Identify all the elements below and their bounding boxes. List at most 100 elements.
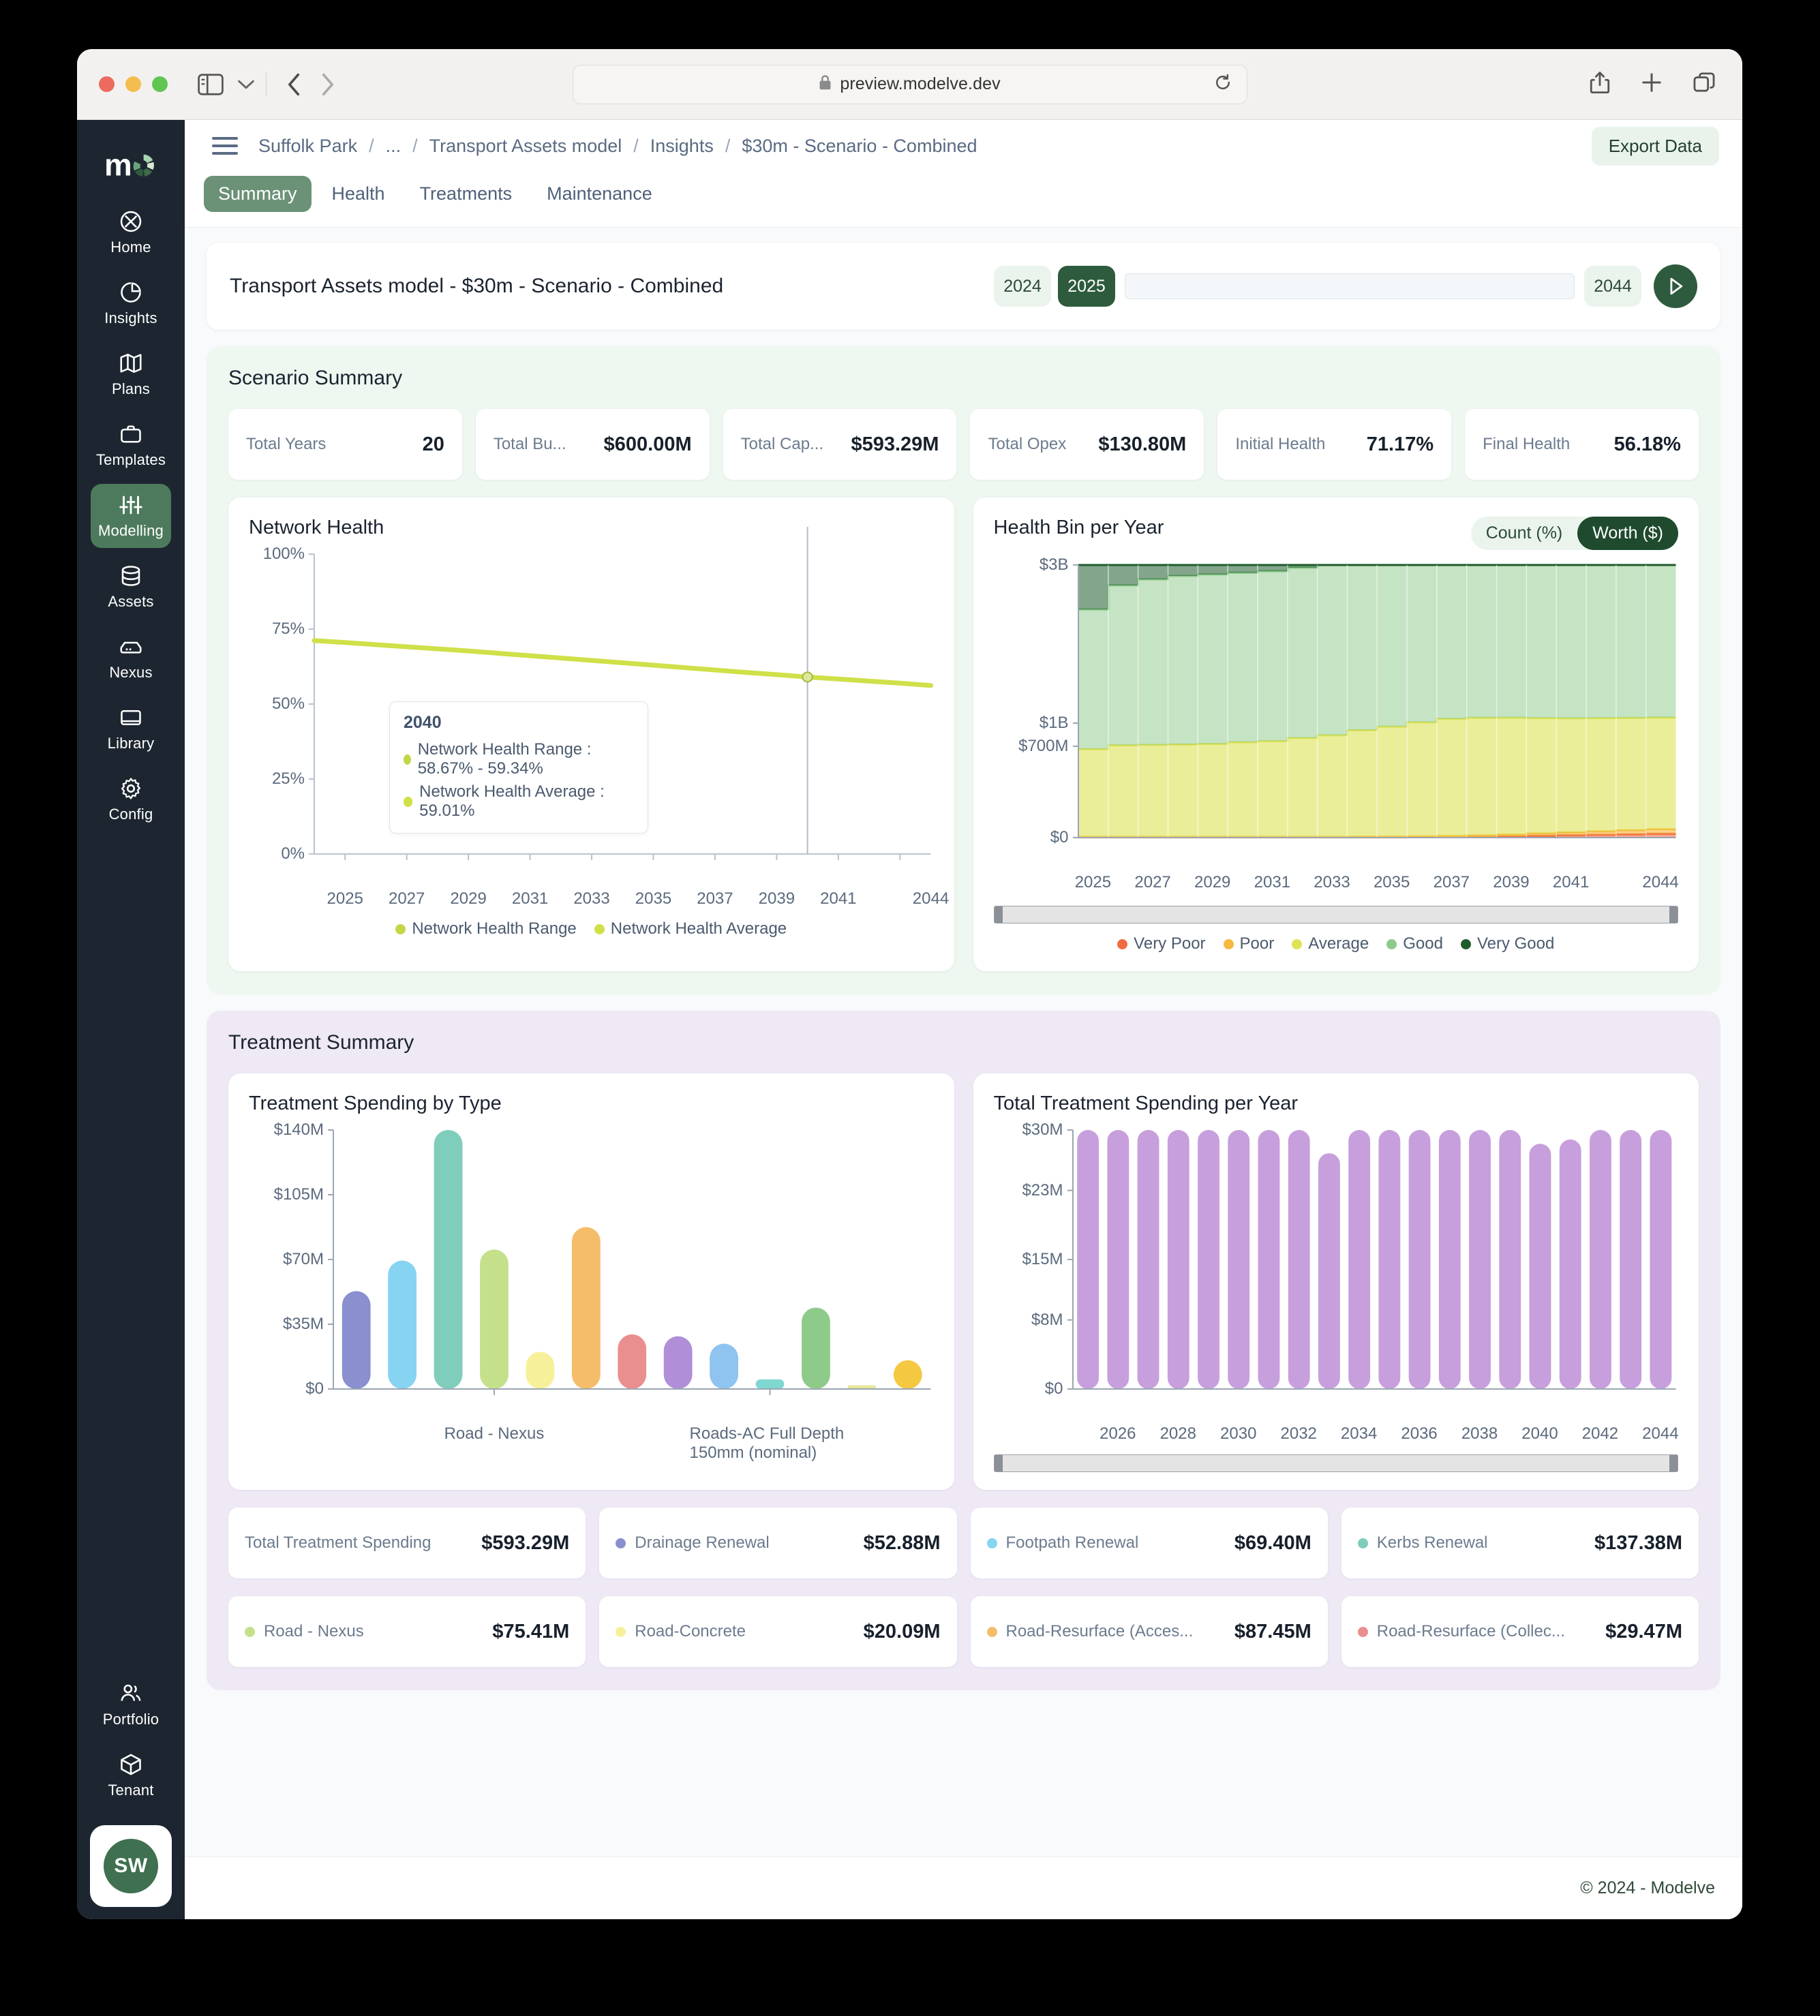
address-bar[interactable]: preview.modelve.dev bbox=[572, 64, 1247, 104]
treatment-card-value: $87.45M bbox=[1234, 1620, 1311, 1643]
tabs-overview-icon[interactable] bbox=[1693, 72, 1715, 96]
sidebar-item-insights[interactable]: Insights bbox=[91, 271, 171, 335]
tab-maintenance[interactable]: Maintenance bbox=[532, 176, 667, 212]
export-data-button[interactable]: Export Data bbox=[1591, 126, 1719, 166]
treatment-card-label: Road-Resurface (Acces... bbox=[1005, 1622, 1194, 1640]
stat-value: $600.00M bbox=[603, 433, 692, 455]
sidebar-item-tenant[interactable]: Tenant bbox=[91, 1743, 171, 1807]
sidebar-item-label: Insights bbox=[104, 309, 157, 326]
scrollbar-right-grip[interactable] bbox=[1669, 906, 1678, 923]
close-window-button[interactable] bbox=[99, 76, 115, 92]
y-axis-tick: $0 bbox=[1050, 828, 1069, 846]
play-icon[interactable] bbox=[1654, 264, 1697, 308]
y-axis-tick: $0 bbox=[305, 1379, 324, 1398]
breadcrumb-separator: / bbox=[725, 135, 731, 156]
scrollbar-left-grip[interactable] bbox=[994, 1455, 1003, 1471]
sidebar-item-portfolio[interactable]: Portfolio bbox=[91, 1673, 171, 1737]
database-icon bbox=[119, 564, 143, 588]
tab-health[interactable]: Health bbox=[318, 176, 399, 212]
breadcrumb-item[interactable]: Suffolk Park bbox=[258, 136, 357, 157]
x-axis-tick: 2029 bbox=[450, 889, 487, 908]
stat-card: Total Cap... $593.29M bbox=[723, 409, 957, 480]
legend-item[interactable]: Very Good bbox=[1460, 934, 1555, 953]
sidebar-item-assets[interactable]: Assets bbox=[91, 555, 171, 619]
sidebar-item-label: Nexus bbox=[109, 664, 153, 681]
legend-item[interactable]: Very Poor bbox=[1117, 934, 1206, 953]
chevron-down-icon[interactable] bbox=[237, 79, 255, 90]
application-shell: m Home Insights Plans Templates Modellin… bbox=[77, 120, 1742, 1919]
x-axis-tick: 2044 bbox=[912, 889, 950, 908]
sidebar-item-modelling[interactable]: Modelling bbox=[91, 484, 171, 548]
x-axis-tick: 2027 bbox=[388, 889, 425, 908]
stat-value: 56.18% bbox=[1613, 433, 1681, 455]
x-axis-tick: 2031 bbox=[511, 889, 549, 908]
plus-icon[interactable] bbox=[1641, 72, 1662, 96]
slider-track[interactable] bbox=[1125, 273, 1575, 299]
briefcase-icon bbox=[119, 422, 143, 446]
treatment-card-value: $75.41M bbox=[492, 1620, 570, 1643]
toggle-count-percent[interactable]: Count (%) bbox=[1471, 517, 1578, 550]
y-axis-tick: $8M bbox=[1031, 1310, 1063, 1329]
pie-chart-icon bbox=[119, 280, 143, 305]
chevron-right-icon[interactable] bbox=[320, 72, 335, 97]
breadcrumb-separator: / bbox=[633, 135, 639, 156]
share-icon[interactable] bbox=[1590, 71, 1610, 97]
window-traffic-lights bbox=[99, 76, 168, 92]
treatment-card: Road-Resurface (Collec... $29.47M bbox=[1341, 1596, 1699, 1667]
legend-item[interactable]: Average bbox=[1292, 934, 1369, 953]
treatment-card-row-1: Total Treatment Spending $593.29M Draina… bbox=[228, 1508, 1699, 1578]
legend-label: Very Poor bbox=[1134, 934, 1206, 953]
breadcrumb-item[interactable]: ... bbox=[386, 136, 401, 157]
sidebar-toggle-icon[interactable] bbox=[198, 73, 224, 95]
minimize-window-button[interactable] bbox=[125, 76, 141, 92]
modelve-logo[interactable]: m bbox=[104, 147, 157, 183]
treatment-card-label: Total Treatment Spending bbox=[245, 1533, 431, 1552]
page-scroll-area: Transport Assets model - $30m - Scenario… bbox=[185, 228, 1742, 1857]
reload-icon[interactable] bbox=[1214, 74, 1232, 95]
sidebar-item-home[interactable]: Home bbox=[91, 200, 171, 264]
sidebar-item-config[interactable]: Config bbox=[91, 767, 171, 831]
page-title: Transport Assets model - $30m - Scenario… bbox=[230, 275, 724, 297]
stat-card: Total Years 20 bbox=[228, 409, 462, 480]
slider-end-year[interactable]: 2044 bbox=[1584, 266, 1641, 307]
legend-label: Network Health Average bbox=[610, 919, 787, 938]
tab-treatments[interactable]: Treatments bbox=[406, 176, 527, 212]
breadcrumb-item[interactable]: Transport Assets model bbox=[429, 136, 622, 157]
legend-item[interactable]: Good bbox=[1386, 934, 1443, 953]
y-axis-tick: 0% bbox=[281, 844, 305, 863]
breadcrumb-item[interactable]: Insights bbox=[650, 136, 714, 157]
scrollbar-left-grip[interactable] bbox=[994, 906, 1003, 923]
treatment-card-label: Road - Nexus bbox=[264, 1622, 364, 1640]
network-health-chart-card: Network Health 0% 25% 50% 75% 100% 2025 2027 2… bbox=[228, 498, 954, 971]
x-axis-tick: 2037 bbox=[1433, 873, 1470, 891]
tooltip-row-label: Network Health Range : 58.67% - 59.34% bbox=[417, 740, 592, 778]
health-bin-range-scrollbar[interactable] bbox=[993, 906, 1678, 923]
slider-current-year[interactable]: 2025 bbox=[1058, 266, 1115, 307]
hamburger-icon[interactable] bbox=[212, 137, 238, 155]
tab-summary[interactable]: Summary bbox=[204, 176, 312, 212]
chart-title: Total Treatment Spending per Year bbox=[993, 1093, 1299, 1114]
legend-item[interactable]: Network Health Range bbox=[395, 919, 577, 938]
sidebar-item-plans[interactable]: Plans bbox=[91, 342, 171, 406]
maximize-window-button[interactable] bbox=[152, 76, 168, 92]
health-bin-svg bbox=[1072, 564, 1675, 839]
legend-label: Very Good bbox=[1476, 934, 1555, 953]
toggle-worth-dollars[interactable]: Worth ($) bbox=[1577, 517, 1678, 550]
total-spending-range-scrollbar[interactable] bbox=[993, 1454, 1678, 1472]
year-slider: 2024 2025 2044 bbox=[994, 264, 1697, 308]
treatment-card: Road-Resurface (Acces... $87.45M bbox=[970, 1596, 1328, 1667]
legend-item[interactable]: Network Health Average bbox=[594, 919, 787, 938]
user-avatar-card[interactable]: SW bbox=[90, 1825, 172, 1907]
x-axis-tick: 2025 bbox=[327, 889, 363, 908]
sidebar-item-templates[interactable]: Templates bbox=[91, 413, 171, 477]
sidebar-item-nexus[interactable]: Nexus bbox=[91, 626, 171, 690]
scrollbar-right-grip[interactable] bbox=[1669, 1455, 1678, 1471]
chevron-left-icon[interactable] bbox=[287, 72, 302, 97]
legend-item[interactable]: Poor bbox=[1223, 934, 1274, 953]
slider-start-year[interactable]: 2024 bbox=[994, 266, 1051, 307]
total-spending-svg bbox=[1067, 1129, 1675, 1390]
breadcrumb-item-current[interactable]: $30m - Scenario - Combined bbox=[742, 136, 977, 157]
stat-label: Initial Health bbox=[1235, 435, 1326, 453]
sidebar-item-library[interactable]: Library bbox=[91, 697, 171, 761]
series-color-dot bbox=[986, 1538, 997, 1548]
